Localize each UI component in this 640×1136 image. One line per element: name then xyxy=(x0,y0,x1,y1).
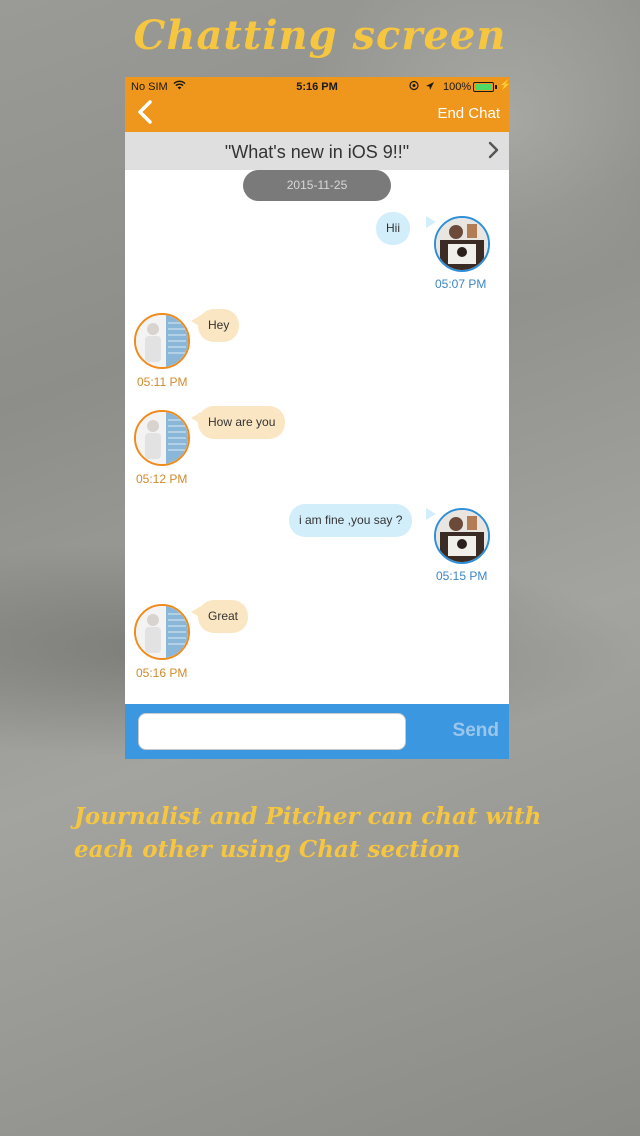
back-button[interactable] xyxy=(135,99,165,127)
send-button[interactable]: Send xyxy=(439,718,499,744)
date-separator: 2015-11-25 xyxy=(243,170,391,201)
my-avatar[interactable] xyxy=(434,216,490,272)
promo-headline: Chatting screen xyxy=(133,12,507,59)
chevron-right-icon xyxy=(487,140,501,160)
my-avatar[interactable] xyxy=(434,508,490,564)
bubble-tail xyxy=(426,216,436,228)
message-time: 05:11 PM xyxy=(137,375,188,389)
location-icon xyxy=(409,80,437,94)
message-time: 05:16 PM xyxy=(136,666,188,680)
topic-title: "What's new in iOS 9!!" xyxy=(224,142,410,162)
contact-avatar[interactable] xyxy=(134,313,190,369)
chevron-left-icon xyxy=(138,100,152,124)
message-time: 05:07 PM xyxy=(435,277,487,291)
status-bar: No SIM 5:16 PM 100% ⚡ xyxy=(125,77,509,97)
end-chat-button[interactable]: End Chat xyxy=(437,105,500,122)
composer-bar: Send xyxy=(125,704,509,759)
charging-icon: ⚡ xyxy=(499,80,509,91)
message-input[interactable] xyxy=(138,713,406,750)
message-bubble-received: Great xyxy=(198,600,249,633)
message-time: 05:12 PM xyxy=(136,472,188,486)
contact-avatar[interactable] xyxy=(134,604,190,660)
message-bubble-sent: i am fine ,you say ? xyxy=(289,504,413,537)
battery-percent: 100% xyxy=(443,81,472,93)
message-time: 05:15 PM xyxy=(436,569,488,583)
message-bubble-received: How are you xyxy=(198,406,286,439)
phone-screen: No SIM 5:16 PM 100% ⚡ End Chat "What's n… xyxy=(125,77,509,759)
battery-icon xyxy=(473,82,494,92)
bubble-tail xyxy=(426,508,436,520)
message-bubble-sent: Hii xyxy=(376,212,410,245)
battery-cap xyxy=(495,85,497,89)
promo-caption: Journalist and Pitcher can chat with eac… xyxy=(74,803,542,863)
message-bubble-received: Hey xyxy=(198,309,240,342)
contact-avatar[interactable] xyxy=(134,410,190,466)
nav-bar: No SIM 5:16 PM 100% ⚡ End Chat xyxy=(125,77,509,132)
topic-bar[interactable]: "What's new in iOS 9!!" xyxy=(125,132,509,170)
